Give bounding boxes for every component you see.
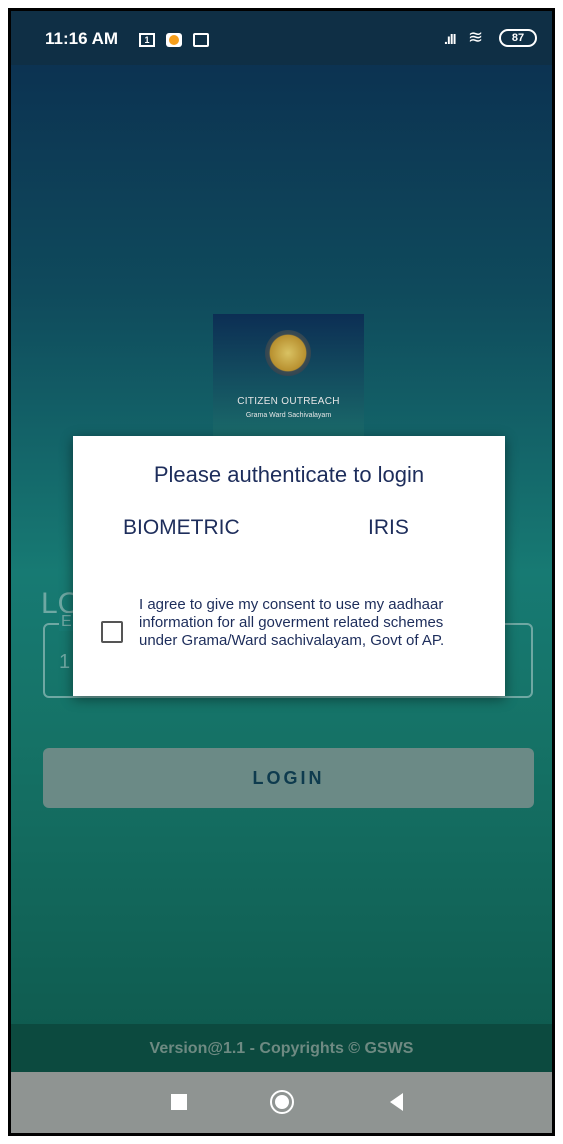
dialog-title: Please authenticate to login: [153, 462, 425, 487]
login-id-value: 1: [59, 651, 71, 673]
authentication-dialog: Please authenticate to login BIOMETRIC I…: [73, 436, 505, 696]
status-time: 11:16 AM: [45, 29, 119, 48]
biometric-button[interactable]: BIOMETRIC: [123, 516, 240, 540]
phone-frame: 11:16 AM 1 .ıll ≋ 87 CITIZEN OUTREACH Gr…: [8, 8, 555, 1136]
recents-icon[interactable]: [171, 1094, 187, 1110]
logo-title: CITIZEN OUTREACH: [237, 396, 340, 407]
app-notification-icon: [166, 33, 182, 47]
calendar-icon: 1: [139, 33, 155, 47]
back-icon[interactable]: [390, 1093, 403, 1111]
signal-icon: .ıll: [444, 31, 457, 47]
wifi-icon: ≋: [468, 27, 484, 47]
consent-checkbox[interactable]: [101, 621, 123, 643]
logo-subtitle: Grama Ward Sachivalayam: [245, 412, 332, 419]
consent-text: I agree to give my consent to use my aad…: [139, 596, 445, 649]
app-screen: 11:16 AM 1 .ıll ≋ 87 CITIZEN OUTREACH Gr…: [11, 11, 552, 1133]
app-logo: CITIZEN OUTREACH Grama Ward Sachivalayam: [213, 314, 364, 439]
navigation-bar: [11, 1072, 552, 1133]
emblem-icon: [265, 330, 311, 376]
login-button[interactable]: LOGIN: [43, 748, 534, 808]
battery-icon: 87: [499, 29, 537, 47]
status-bar: 11:16 AM 1 .ıll ≋ 87: [11, 11, 552, 65]
iris-button[interactable]: IRIS: [368, 516, 409, 540]
footer-version: Version@1.1 - Copyrights © GSWS: [11, 1024, 552, 1074]
message-icon: [193, 33, 209, 47]
login-id-label: E: [59, 613, 74, 631]
home-icon[interactable]: [270, 1090, 294, 1114]
